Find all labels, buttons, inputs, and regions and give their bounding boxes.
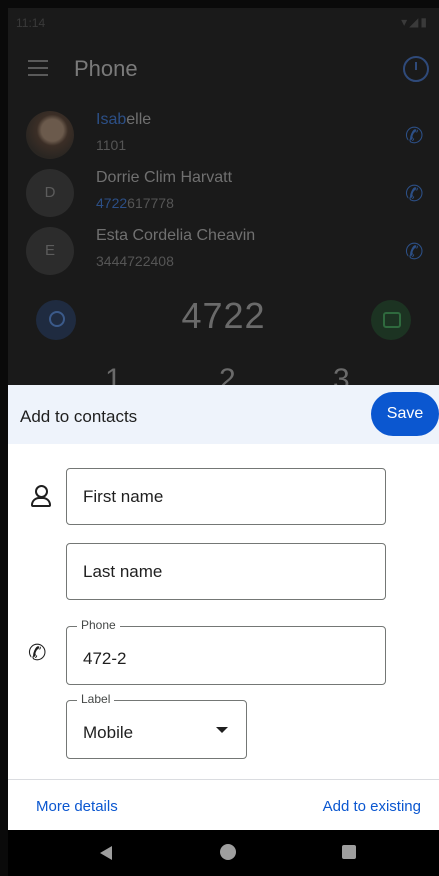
avatar: D [26, 169, 74, 217]
app-title: Phone [74, 56, 138, 81]
phone-field-label: Phone [77, 618, 120, 632]
avatar [26, 111, 74, 159]
contact-name: Esta Cordelia Cheavin [96, 227, 256, 244]
contact-number: 4722617778 [96, 195, 174, 211]
label-select-value: Mobile [83, 723, 134, 742]
history-icon[interactable] [403, 56, 429, 82]
navigation-bar [8, 830, 439, 876]
home-icon[interactable] [220, 844, 236, 860]
first-name-field[interactable]: First name [66, 468, 386, 525]
status-time: 11:14 [16, 16, 46, 30]
call-icon[interactable]: ✆ [405, 181, 427, 206]
menu-icon[interactable] [28, 60, 48, 81]
save-button[interactable]: Save [371, 392, 439, 436]
first-name-placeholder: First name [83, 487, 164, 506]
last-name-placeholder: Last name [83, 562, 163, 581]
label-select-label: Label [77, 692, 115, 706]
contact-name: Dorrie Clim Harvatt [96, 169, 233, 186]
recents-icon[interactable] [342, 845, 356, 859]
message-icon[interactable] [371, 300, 411, 340]
more-details-link[interactable]: More details [36, 798, 118, 815]
contact-name: Isabelle [96, 111, 152, 128]
avatar: E [26, 227, 74, 275]
contact-row[interactable]: Isabelle 1101 ✆ [8, 105, 439, 165]
contact-number: 1101 [96, 137, 127, 153]
phone-icon: ✆ [28, 640, 47, 665]
phone-field-value: 472-2 [83, 649, 127, 668]
screen: 11:14 ▾◢▮ Phone Isabelle 1101 ✆ D Dorrie… [8, 8, 439, 876]
call-icon[interactable]: ✆ [405, 123, 427, 148]
person-icon [30, 485, 51, 507]
last-name-field[interactable]: Last name [66, 543, 386, 600]
dialpad-key[interactable]: 1 [105, 363, 122, 385]
sheet-title: Add to contacts [20, 407, 138, 426]
call-icon[interactable]: ✆ [405, 239, 427, 264]
chevron-down-icon [216, 727, 228, 733]
contact-row[interactable]: E Esta Cordelia Cheavin 3444722408 ✆ [8, 221, 439, 281]
label-select[interactable]: Label Mobile [66, 692, 247, 759]
dialpad-key[interactable]: 2 [219, 363, 236, 385]
back-icon[interactable] [100, 846, 112, 860]
sheet-header: Add to contacts Save [8, 385, 439, 444]
dialer-background: 11:14 ▾◢▮ Phone Isabelle 1101 ✆ D Dorrie… [8, 8, 439, 385]
status-icons: ▾◢▮ [401, 15, 429, 29]
add-to-existing-link[interactable]: Add to existing [323, 798, 421, 815]
dialpad-key[interactable]: 3 [333, 363, 350, 385]
contact-number: 3444722408 [96, 253, 174, 269]
status-bar: 11:14 ▾◢▮ [8, 8, 439, 36]
dialpad-keys: 1 2 3 [8, 363, 439, 385]
divider [8, 779, 439, 780]
contact-row[interactable]: D Dorrie Clim Harvatt 4722617778 ✆ [8, 163, 439, 223]
phone-field[interactable]: Phone 472-2 [66, 618, 386, 685]
